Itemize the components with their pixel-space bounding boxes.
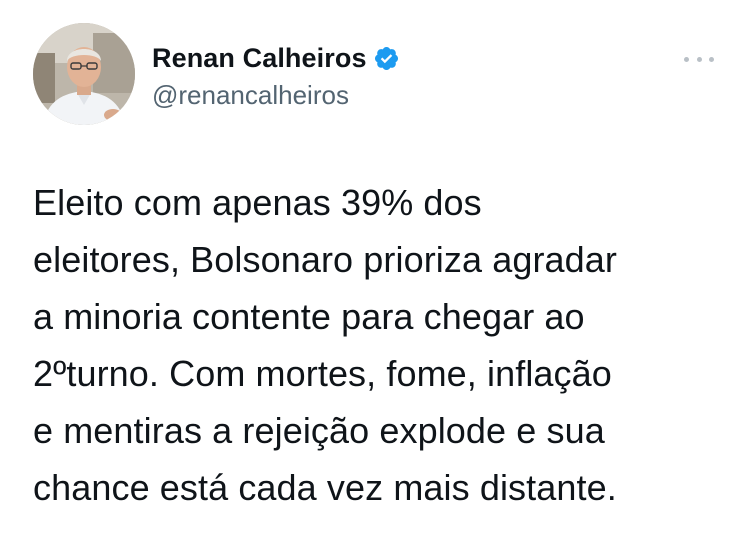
avatar[interactable] — [33, 23, 135, 125]
author-info: Renan Calheiros @renancalheiros — [152, 40, 400, 111]
avatar-photo-icon — [33, 23, 135, 125]
author-handle[interactable]: @renancalheiros — [152, 80, 400, 111]
tweet-text: Eleito com apenas 39% dos eleitores, Bol… — [33, 182, 618, 508]
author-display-name[interactable]: Renan Calheiros — [152, 43, 367, 74]
more-dot-icon — [684, 56, 689, 62]
verified-badge-icon — [373, 45, 400, 72]
more-dot-icon — [696, 56, 702, 62]
more-dot-icon — [709, 56, 714, 62]
more-options-icon[interactable] — [684, 54, 714, 64]
author-name-row: Renan Calheiros — [152, 40, 400, 76]
tweet-card: Renan Calheiros @renancalheiros Eleito c… — [0, 0, 750, 533]
